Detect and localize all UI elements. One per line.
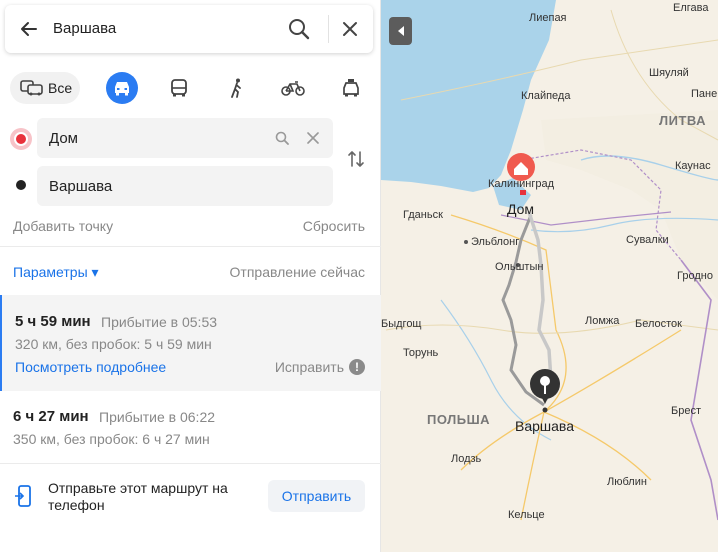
map-label-grodno: Гродно <box>677 270 713 282</box>
map-label-torun: Торунь <box>403 347 439 359</box>
mode-all-label: Все <box>48 80 73 96</box>
map-label-poland: ПОЛЬША <box>427 412 491 427</box>
end-point-value: Варшава <box>49 178 113 195</box>
add-point-link[interactable]: Добавить точку <box>13 218 113 234</box>
multi-transport-icon <box>20 80 43 96</box>
map-label-warsaw: Варшава <box>515 418 574 434</box>
chevron-left-icon <box>397 26 404 36</box>
start-point-marker <box>10 128 32 150</box>
map-label-lodz: Лодзь <box>451 453 482 465</box>
send-to-phone-text: Отправьте этот маршрут на телефон <box>48 480 228 513</box>
pedestrian-icon <box>231 78 241 98</box>
route-fix-button[interactable]: Исправить ! <box>275 359 365 375</box>
bus-icon <box>171 79 187 97</box>
points-actions: Добавить точку Сбросить <box>13 218 365 234</box>
phone-send-icon <box>15 485 31 507</box>
search-divider <box>328 15 329 43</box>
route-arrival: Прибытие в 05:53 <box>101 314 218 330</box>
send-to-phone: Отправьте этот маршрут на телефон Отправ… <box>0 463 381 533</box>
map-label-lublin: Люблин <box>607 476 647 488</box>
start-point-value: Дом <box>49 130 78 147</box>
map-label-gdansk: Гданьск <box>403 209 443 221</box>
route-distance: 320 км, без пробок: 5 ч 59 мин <box>15 336 212 352</box>
mode-bicycle-button[interactable] <box>276 72 310 104</box>
map-label-klaipeda: Клайпеда <box>521 90 571 102</box>
route-points: Дом Варшава <box>0 116 381 212</box>
back-arrow-icon[interactable] <box>19 19 39 39</box>
route-option-2[interactable]: 6 ч 27 мин Прибытие в 06:22 350 км, без … <box>0 391 381 463</box>
route-arrival: Прибытие в 06:22 <box>99 409 216 425</box>
start-point-field[interactable]: Дом <box>37 118 333 158</box>
route-panel: Варшава Все Дом Варшава Добавить точку С… <box>0 0 381 552</box>
mode-taxi-button[interactable] <box>334 72 368 104</box>
bicycle-icon <box>281 81 305 96</box>
send-button[interactable]: Отправить <box>268 480 365 512</box>
end-point-field[interactable]: Варшава <box>37 166 333 206</box>
search-box[interactable]: Варшава <box>5 5 373 53</box>
search-query[interactable]: Варшава <box>53 20 116 37</box>
map-label-panevezys: Панев <box>691 88 718 100</box>
map-label-bialystok: Белосток <box>635 318 682 330</box>
field-search-icon[interactable] <box>275 131 289 145</box>
map[interactable]: Лиепая Елгава Шяуляй Панев Клайпеда ЛИТВ… <box>381 0 718 552</box>
collapse-panel-button[interactable] <box>389 17 412 45</box>
route-distance: 350 км, без пробок: 6 ч 27 мин <box>13 431 210 447</box>
map-label-brest: Брест <box>671 405 701 417</box>
route-option-1[interactable]: 5 ч 59 мин Прибытие в 05:53 320 км, без … <box>0 295 381 391</box>
field-clear-icon[interactable] <box>307 132 319 144</box>
departure-time[interactable]: Отправление сейчас <box>230 264 365 280</box>
map-label-bydgoszcz: Быдгощ <box>381 318 422 330</box>
params-dropdown[interactable]: Параметры ▾ <box>13 264 99 280</box>
map-label-lomza: Ломжа <box>585 315 620 327</box>
params-row: Параметры ▾ Отправление сейчас <box>13 264 365 281</box>
map-label-kielce: Кельце <box>508 509 545 521</box>
transport-modes: Все <box>10 72 370 106</box>
map-label-siauliai: Шяуляй <box>649 67 689 79</box>
map-label-suwalki: Сувалки <box>626 234 669 246</box>
map-label-lithuania: ЛИТВА <box>659 113 707 128</box>
reset-link[interactable]: Сбросить <box>303 218 365 234</box>
route-details-link[interactable]: Посмотреть подробнее <box>15 359 166 375</box>
mode-walk-button[interactable] <box>220 72 254 104</box>
swap-points-icon[interactable] <box>346 149 366 169</box>
exclamation-icon: ! <box>349 359 365 375</box>
search-icon[interactable] <box>288 18 310 40</box>
map-label-home: Дом <box>507 201 535 217</box>
map-label-kaunas: Каунас <box>675 160 711 172</box>
map-label-jelgava: Елгава <box>673 2 709 14</box>
route-duration: 5 ч 59 мин <box>15 313 91 330</box>
map-label-olsztyn: Ольштын <box>495 261 544 273</box>
map-label-elblag: Эльблонг <box>471 236 520 248</box>
map-canvas <box>381 0 718 521</box>
route-duration: 6 ч 27 мин <box>13 408 89 425</box>
close-icon[interactable] <box>341 20 359 38</box>
divider <box>0 246 381 247</box>
mode-car-button[interactable] <box>106 72 138 104</box>
map-label-liepaja: Лиепая <box>529 12 567 24</box>
taxi-icon <box>343 79 359 97</box>
mode-transit-button[interactable] <box>162 72 196 104</box>
map-label-kaliningrad: Калининград <box>488 178 555 190</box>
car-icon <box>115 82 129 96</box>
mode-all-button[interactable]: Все <box>10 72 80 104</box>
end-point-marker <box>16 180 26 190</box>
route-fix-label: Исправить <box>274 359 344 375</box>
